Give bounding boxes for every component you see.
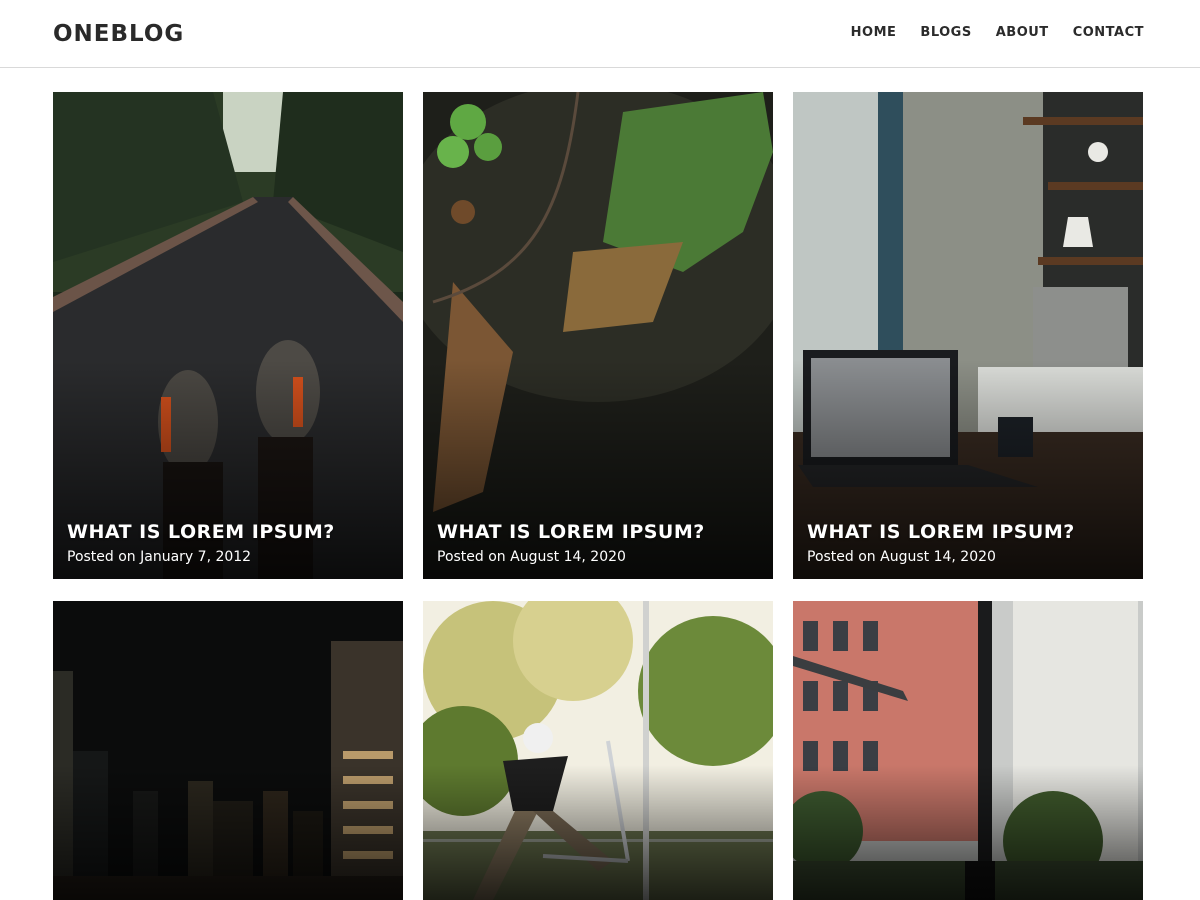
post-title[interactable]: WHAT IS LOREM IPSUM?	[437, 521, 705, 543]
caption-gradient	[793, 765, 1143, 900]
main-nav: HOME BLOGS ABOUT CONTACT	[851, 25, 1144, 40]
post-date: Posted on August 14, 2020	[807, 549, 996, 565]
caption-gradient	[53, 765, 403, 900]
post-caption: WHAT IS LOREM IPSUM? Posted on August 14…	[807, 521, 1075, 565]
caption-gradient	[423, 765, 773, 900]
post-card[interactable]: WHAT IS LOREM IPSUM? Posted on August 14…	[423, 92, 773, 579]
nav-home[interactable]: HOME	[851, 25, 897, 40]
post-card[interactable]: WHAT IS LOREM IPSUM? Posted on August 14…	[793, 92, 1143, 579]
nav-contact[interactable]: CONTACT	[1073, 25, 1144, 40]
post-card[interactable]	[423, 601, 773, 900]
post-card[interactable]: WHAT IS LOREM IPSUM? Posted on January 7…	[53, 92, 403, 579]
nav-about[interactable]: ABOUT	[996, 25, 1049, 40]
post-caption: WHAT IS LOREM IPSUM? Posted on January 7…	[67, 521, 335, 565]
site-logo[interactable]: ONEBLOG	[53, 21, 184, 47]
post-title[interactable]: WHAT IS LOREM IPSUM?	[67, 521, 335, 543]
post-date: Posted on August 14, 2020	[437, 549, 626, 565]
post-card[interactable]	[793, 601, 1143, 900]
nav-blogs[interactable]: BLOGS	[920, 25, 971, 40]
post-title[interactable]: WHAT IS LOREM IPSUM?	[807, 521, 1075, 543]
post-caption: WHAT IS LOREM IPSUM? Posted on August 14…	[437, 521, 705, 565]
site-header: ONEBLOG HOME BLOGS ABOUT CONTACT	[0, 0, 1200, 68]
post-date: Posted on January 7, 2012	[67, 549, 252, 565]
post-card[interactable]	[53, 601, 403, 900]
